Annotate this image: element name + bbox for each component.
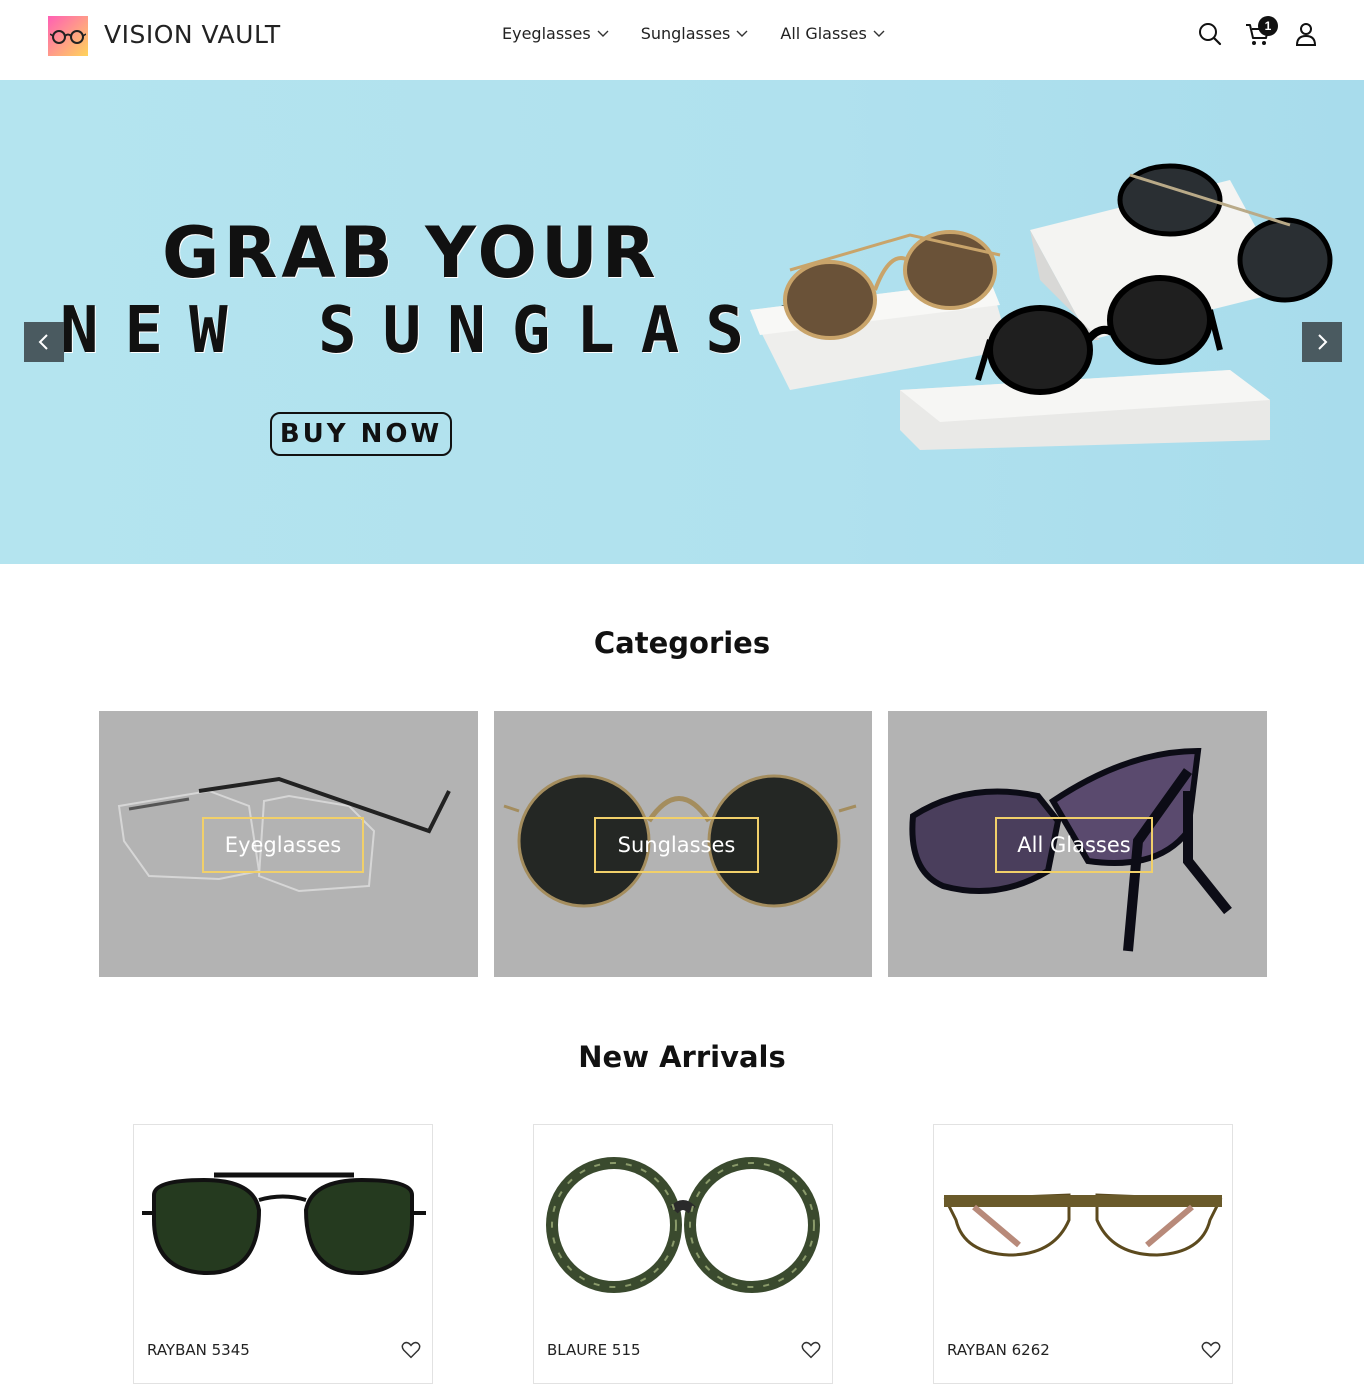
chevron-left-icon [38, 334, 48, 350]
product-image [943, 1193, 1223, 1257]
buy-now-button[interactable]: BUY NOW [270, 412, 452, 456]
hero-next-button[interactable] [1302, 322, 1342, 362]
product-name[interactable]: BLAURE 515 [547, 1341, 641, 1359]
product-card[interactable]: RAYBAN 5345 [133, 1124, 433, 1384]
new-arrivals-title: New Arrivals [578, 1040, 786, 1074]
heart-icon[interactable] [1200, 1339, 1222, 1361]
product-name[interactable]: RAYBAN 5345 [147, 1341, 250, 1359]
product-card[interactable]: BLAURE 515 [533, 1124, 833, 1384]
chevron-right-icon [1318, 334, 1328, 350]
nav-sunglasses[interactable]: Sunglasses [641, 24, 749, 43]
nav-all-glasses[interactable]: All Glasses [780, 24, 885, 43]
site-header: VISION VAULT Eyeglasses Sunglasses All G… [0, 0, 1364, 81]
category-label: Sunglasses [594, 817, 759, 873]
sunglasses-display-image [750, 163, 1333, 450]
hero-prev-button[interactable] [24, 322, 64, 362]
hero-banner: GRAB YOUR NEW SUNGLASSES BUY NOW [0, 80, 1364, 564]
nav-eyeglasses[interactable]: Eyeglasses [502, 24, 609, 43]
category-card-all-glasses[interactable]: All Glasses [888, 711, 1267, 977]
hero-headline: GRAB YOUR [162, 212, 660, 294]
chevron-down-icon [736, 30, 748, 37]
heart-icon[interactable] [800, 1339, 822, 1361]
heart-icon[interactable] [400, 1339, 422, 1361]
chevron-down-icon [597, 30, 609, 37]
main-nav: Eyeglasses Sunglasses All Glasses [502, 24, 885, 43]
categories-title: Categories [593, 626, 771, 660]
chevron-down-icon [873, 30, 885, 37]
glasses-icon [50, 30, 86, 44]
search-icon[interactable] [1196, 20, 1224, 48]
nav-label: All Glasses [780, 24, 867, 43]
brand-name[interactable]: VISION VAULT [104, 20, 281, 49]
product-image [546, 1157, 820, 1293]
product-name[interactable]: RAYBAN 6262 [947, 1341, 1050, 1359]
brand-logo[interactable] [48, 16, 88, 56]
product-image [142, 1172, 426, 1276]
cart-count-badge: 1 [1258, 16, 1278, 36]
user-icon[interactable] [1292, 20, 1320, 48]
category-card-eyeglasses[interactable]: Eyeglasses [99, 711, 478, 977]
nav-label: Eyeglasses [502, 24, 591, 43]
category-label: Eyeglasses [202, 817, 364, 873]
product-card[interactable]: RAYBAN 6262 [933, 1124, 1233, 1384]
nav-label: Sunglasses [640, 24, 731, 43]
category-label: All Glasses [995, 817, 1153, 873]
category-card-sunglasses[interactable]: Sunglasses [494, 711, 872, 977]
